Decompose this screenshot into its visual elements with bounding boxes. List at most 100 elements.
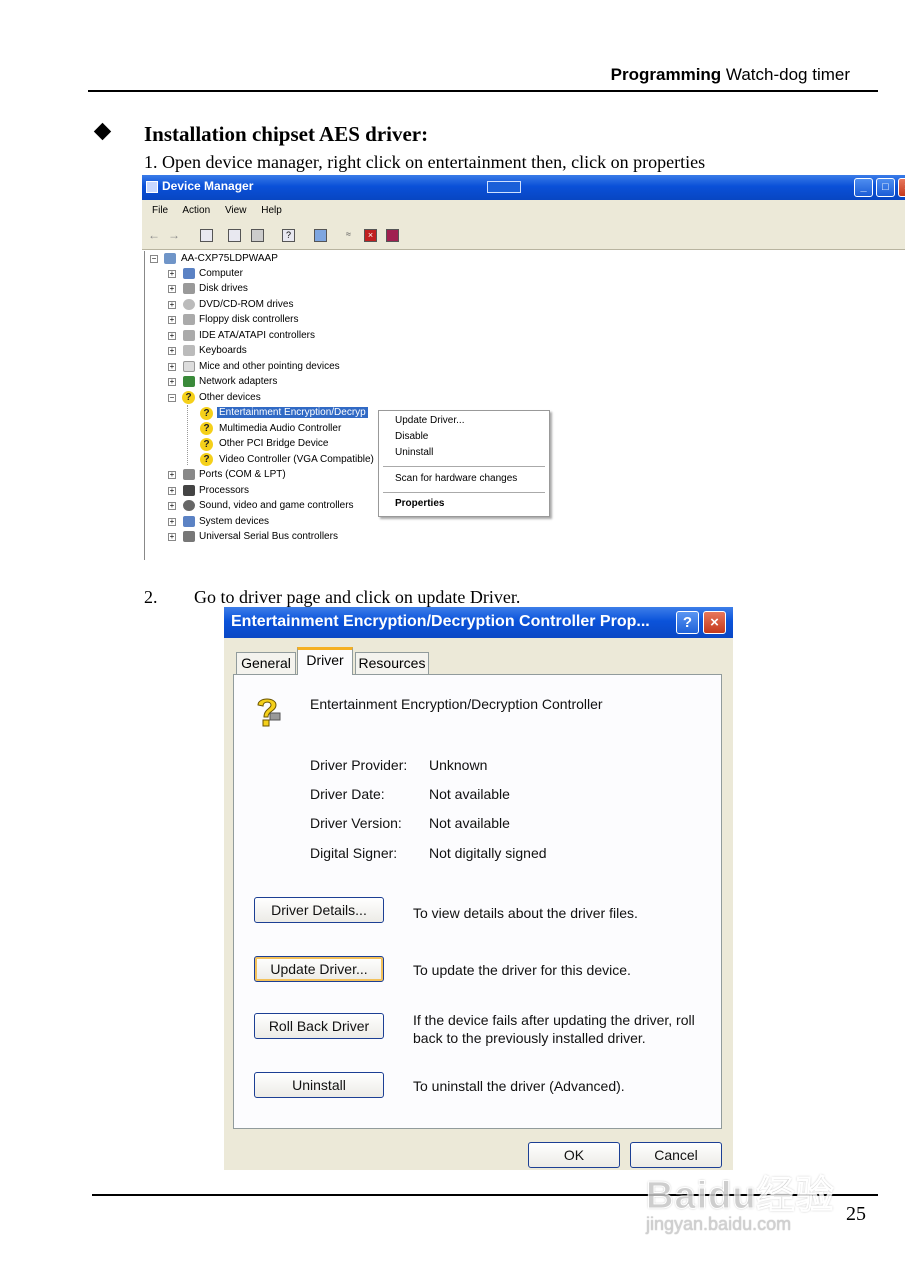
- tree-item-processors[interactable]: Processors: [199, 483, 249, 498]
- tree-item-ide[interactable]: IDE ATA/ATAPI controllers: [199, 328, 315, 343]
- field-label: Driver Date:: [310, 786, 385, 802]
- step-1-text: 1. Open device manager, right click on e…: [144, 152, 706, 172]
- back-arrow-icon[interactable]: ←: [148, 228, 160, 242]
- tree-expand-toggle[interactable]: +: [168, 378, 176, 386]
- tree-expand-toggle[interactable]: +: [168, 332, 176, 340]
- watermark-main: Baidu经验: [646, 1175, 835, 1218]
- menu-view[interactable]: View: [225, 205, 247, 216]
- unknown-device-icon: ?: [200, 422, 213, 435]
- context-update-driver[interactable]: Update Driver...: [395, 415, 464, 426]
- tree-expand-toggle[interactable]: +: [168, 270, 176, 278]
- context-disable[interactable]: Disable: [395, 431, 428, 442]
- tree-expand-toggle[interactable]: +: [168, 301, 176, 309]
- menu-help[interactable]: Help: [261, 205, 282, 216]
- tree-collapse-toggle[interactable]: −: [168, 394, 176, 402]
- tree-expand-toggle[interactable]: +: [168, 471, 176, 479]
- tree-item-pci-bridge[interactable]: Other PCI Bridge Device: [219, 436, 329, 451]
- baidu-watermark: Baidu经验 jingyan.baidu.com: [640, 1164, 860, 1244]
- sound-icon: [183, 500, 195, 511]
- tree-item-floppy[interactable]: Floppy disk controllers: [199, 312, 298, 327]
- tree-item-network[interactable]: Network adapters: [199, 374, 277, 389]
- toolbar: ← → ? ≈ ×: [142, 222, 905, 250]
- device-manager-window: Device Manager _ □ × File Action View He…: [142, 175, 905, 560]
- tree-item-disk-drives[interactable]: Disk drives: [199, 281, 248, 296]
- tree-expand-toggle[interactable]: +: [168, 347, 176, 355]
- tree-item-entertainment-controller[interactable]: Entertainment Encryption/Decryp: [217, 405, 368, 420]
- tree-expand-toggle[interactable]: +: [168, 363, 176, 371]
- tree-item-video-controller[interactable]: Video Controller (VGA Compatible): [219, 452, 374, 467]
- update-driver-description: To update the driver for this device.: [413, 962, 631, 978]
- maximize-button[interactable]: □: [876, 178, 895, 197]
- header-rule: [88, 90, 878, 92]
- tree-item-mice[interactable]: Mice and other pointing devices: [199, 359, 340, 374]
- tree-item-multimedia-audio[interactable]: Multimedia Audio Controller: [219, 421, 341, 436]
- driver-details-button[interactable]: Driver Details...: [254, 897, 384, 923]
- scan-hardware-icon[interactable]: [314, 229, 327, 242]
- uninstall-button[interactable]: Uninstall: [254, 1072, 384, 1098]
- tree-expand-toggle[interactable]: +: [168, 502, 176, 510]
- field-label: Driver Version:: [310, 815, 402, 831]
- computer-icon: [164, 253, 176, 264]
- field-value: Unknown: [429, 757, 488, 773]
- device-manager-title: Device Manager: [162, 179, 254, 193]
- menu-action[interactable]: Action: [182, 205, 210, 216]
- tree-root[interactable]: AA-CXP75LDPWAAP: [181, 251, 278, 266]
- menu-file[interactable]: File: [152, 205, 168, 216]
- unknown-device-icon: ?: [200, 453, 213, 466]
- running-header: Programming Watch-dog timer: [0, 64, 850, 86]
- unknown-device-icon: ?: [182, 391, 195, 404]
- ok-button[interactable]: OK: [528, 1142, 620, 1168]
- tree-item-computer[interactable]: Computer: [199, 266, 243, 281]
- tree-expand-toggle[interactable]: +: [168, 487, 176, 495]
- tree-item-system-devices[interactable]: System devices: [199, 514, 269, 529]
- tree-item-sound[interactable]: Sound, video and game controllers: [199, 498, 354, 513]
- context-uninstall[interactable]: Uninstall: [395, 447, 433, 458]
- tree-item-dvd-drives[interactable]: DVD/CD-ROM drives: [199, 297, 293, 312]
- context-properties[interactable]: Properties: [395, 498, 444, 509]
- update-driver-icon[interactable]: ≈: [342, 229, 355, 242]
- tree-item-other-devices[interactable]: Other devices: [199, 390, 261, 405]
- keyboard-icon: [183, 345, 195, 356]
- print-icon[interactable]: [251, 229, 264, 242]
- properties-icon[interactable]: [228, 229, 241, 242]
- page-number: 25: [846, 1203, 866, 1225]
- dialog-help-button[interactable]: ?: [676, 611, 699, 634]
- port-icon: [183, 469, 195, 480]
- tree-item-ports[interactable]: Ports (COM & LPT): [199, 467, 286, 482]
- tab-general[interactable]: General: [236, 652, 296, 674]
- update-driver-button[interactable]: Update Driver...: [254, 956, 384, 982]
- uninstall-description: To uninstall the driver (Advanced).: [413, 1078, 625, 1094]
- dialog-title: Entertainment Encryption/Decryption Cont…: [231, 613, 650, 630]
- disable-icon[interactable]: [386, 229, 399, 242]
- field-label: Driver Provider:: [310, 757, 408, 773]
- step-2-text: Go to driver page and click on update Dr…: [194, 587, 521, 607]
- tab-resources[interactable]: Resources: [355, 652, 429, 674]
- diamond-bullet-icon: [93, 122, 112, 141]
- close-button[interactable]: ×: [898, 178, 905, 197]
- header-rest: Watch-dog timer: [721, 65, 850, 84]
- roll-back-driver-button[interactable]: Roll Back Driver: [254, 1013, 384, 1039]
- context-scan[interactable]: Scan for hardware changes: [395, 473, 517, 484]
- uninstall-icon[interactable]: ×: [364, 229, 377, 242]
- unknown-device-icon: ?: [200, 438, 213, 451]
- tree-collapse-toggle[interactable]: −: [150, 255, 158, 263]
- tree-expand-toggle[interactable]: +: [168, 533, 176, 541]
- show-hide-tree-icon[interactable]: [200, 229, 213, 242]
- tree-expand-toggle[interactable]: +: [168, 518, 176, 526]
- header-bold: Programming: [610, 65, 722, 84]
- tree-expand-toggle[interactable]: +: [168, 316, 176, 324]
- tree-item-keyboards[interactable]: Keyboards: [199, 343, 247, 358]
- tree-item-usb[interactable]: Universal Serial Bus controllers: [199, 529, 338, 544]
- help-icon[interactable]: ?: [282, 229, 295, 242]
- tree-expand-toggle[interactable]: +: [168, 285, 176, 293]
- menu-bar: File Action View Help: [142, 200, 905, 222]
- forward-arrow-icon[interactable]: →: [168, 228, 180, 242]
- tree-connector: [187, 405, 188, 465]
- driver-details-description: To view details about the driver files.: [413, 905, 638, 921]
- field-value: Not available: [429, 815, 510, 831]
- device-manager-app-icon: [146, 181, 158, 193]
- tab-driver[interactable]: Driver: [297, 647, 353, 675]
- dialog-close-button[interactable]: ×: [703, 611, 726, 634]
- usb-icon: [183, 531, 195, 542]
- minimize-button[interactable]: _: [854, 178, 873, 197]
